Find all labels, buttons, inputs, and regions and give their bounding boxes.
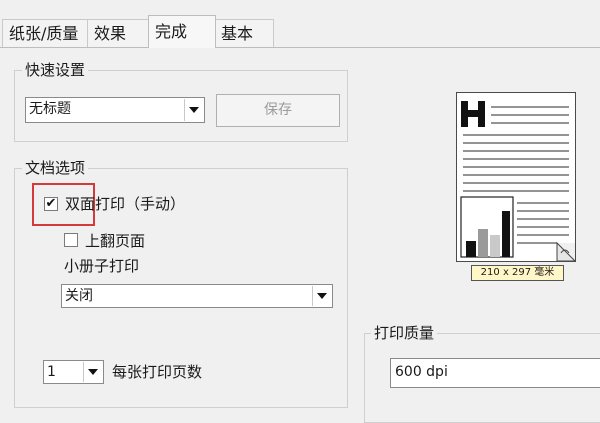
tab-paper-quality[interactable]: 纸张/质量 <box>2 19 88 47</box>
duplex-label: 双面打印（手动） <box>65 195 186 213</box>
page-preview <box>456 92 577 262</box>
quick-settings-legend: 快速设置 <box>22 61 89 79</box>
pages-per-sheet-selected: 1 <box>47 364 56 380</box>
duplex-checkbox[interactable]: ✔ <box>44 197 58 211</box>
check-icon: ✔ <box>45 196 57 211</box>
chevron-down-icon <box>317 293 327 299</box>
paper-size-label: 210 x 297 毫米 <box>471 265 564 281</box>
tab-bar: 纸张/质量 效果 完成 基本 <box>0 0 600 48</box>
quick-settings-selected: 无标题 <box>29 101 71 117</box>
tab-label: 效果 <box>94 24 127 43</box>
pages-per-sheet-select[interactable]: 1 <box>43 360 104 384</box>
chevron-down-icon <box>189 107 199 113</box>
dropdown-arrow <box>184 99 203 121</box>
dropdown-arrow <box>83 362 102 382</box>
flip-up-checkbox[interactable] <box>64 233 78 247</box>
booklet-selected: 关闭 <box>65 288 93 304</box>
print-quality-field[interactable]: 600 dpi <box>390 358 600 388</box>
tab-effects[interactable]: 效果 <box>87 19 149 47</box>
page-preview-graphic <box>460 101 577 262</box>
tab-label: 基本 <box>221 24 254 43</box>
tab-label: 完成 <box>155 22 188 41</box>
booklet-select[interactable]: 关闭 <box>61 284 333 308</box>
quick-settings-select[interactable]: 无标题 <box>25 97 205 123</box>
save-button-label: 保存 <box>264 102 292 118</box>
document-options-legend: 文档选项 <box>22 159 89 177</box>
dropdown-arrow <box>312 286 331 306</box>
chevron-down-icon <box>88 369 98 375</box>
booklet-label: 小册子打印 <box>64 257 140 275</box>
tab-basics[interactable]: 基本 <box>214 19 274 47</box>
print-quality-value: 600 dpi <box>395 364 448 380</box>
tab-label: 纸张/质量 <box>9 24 79 43</box>
save-button[interactable]: 保存 <box>216 94 340 127</box>
print-quality-legend: 打印质量 <box>371 324 438 342</box>
pages-per-sheet-label: 每张打印页数 <box>112 363 203 381</box>
tab-finishing[interactable]: 完成 <box>148 15 216 48</box>
tab-divider <box>0 47 600 48</box>
flip-up-label: 上翻页面 <box>85 232 146 250</box>
